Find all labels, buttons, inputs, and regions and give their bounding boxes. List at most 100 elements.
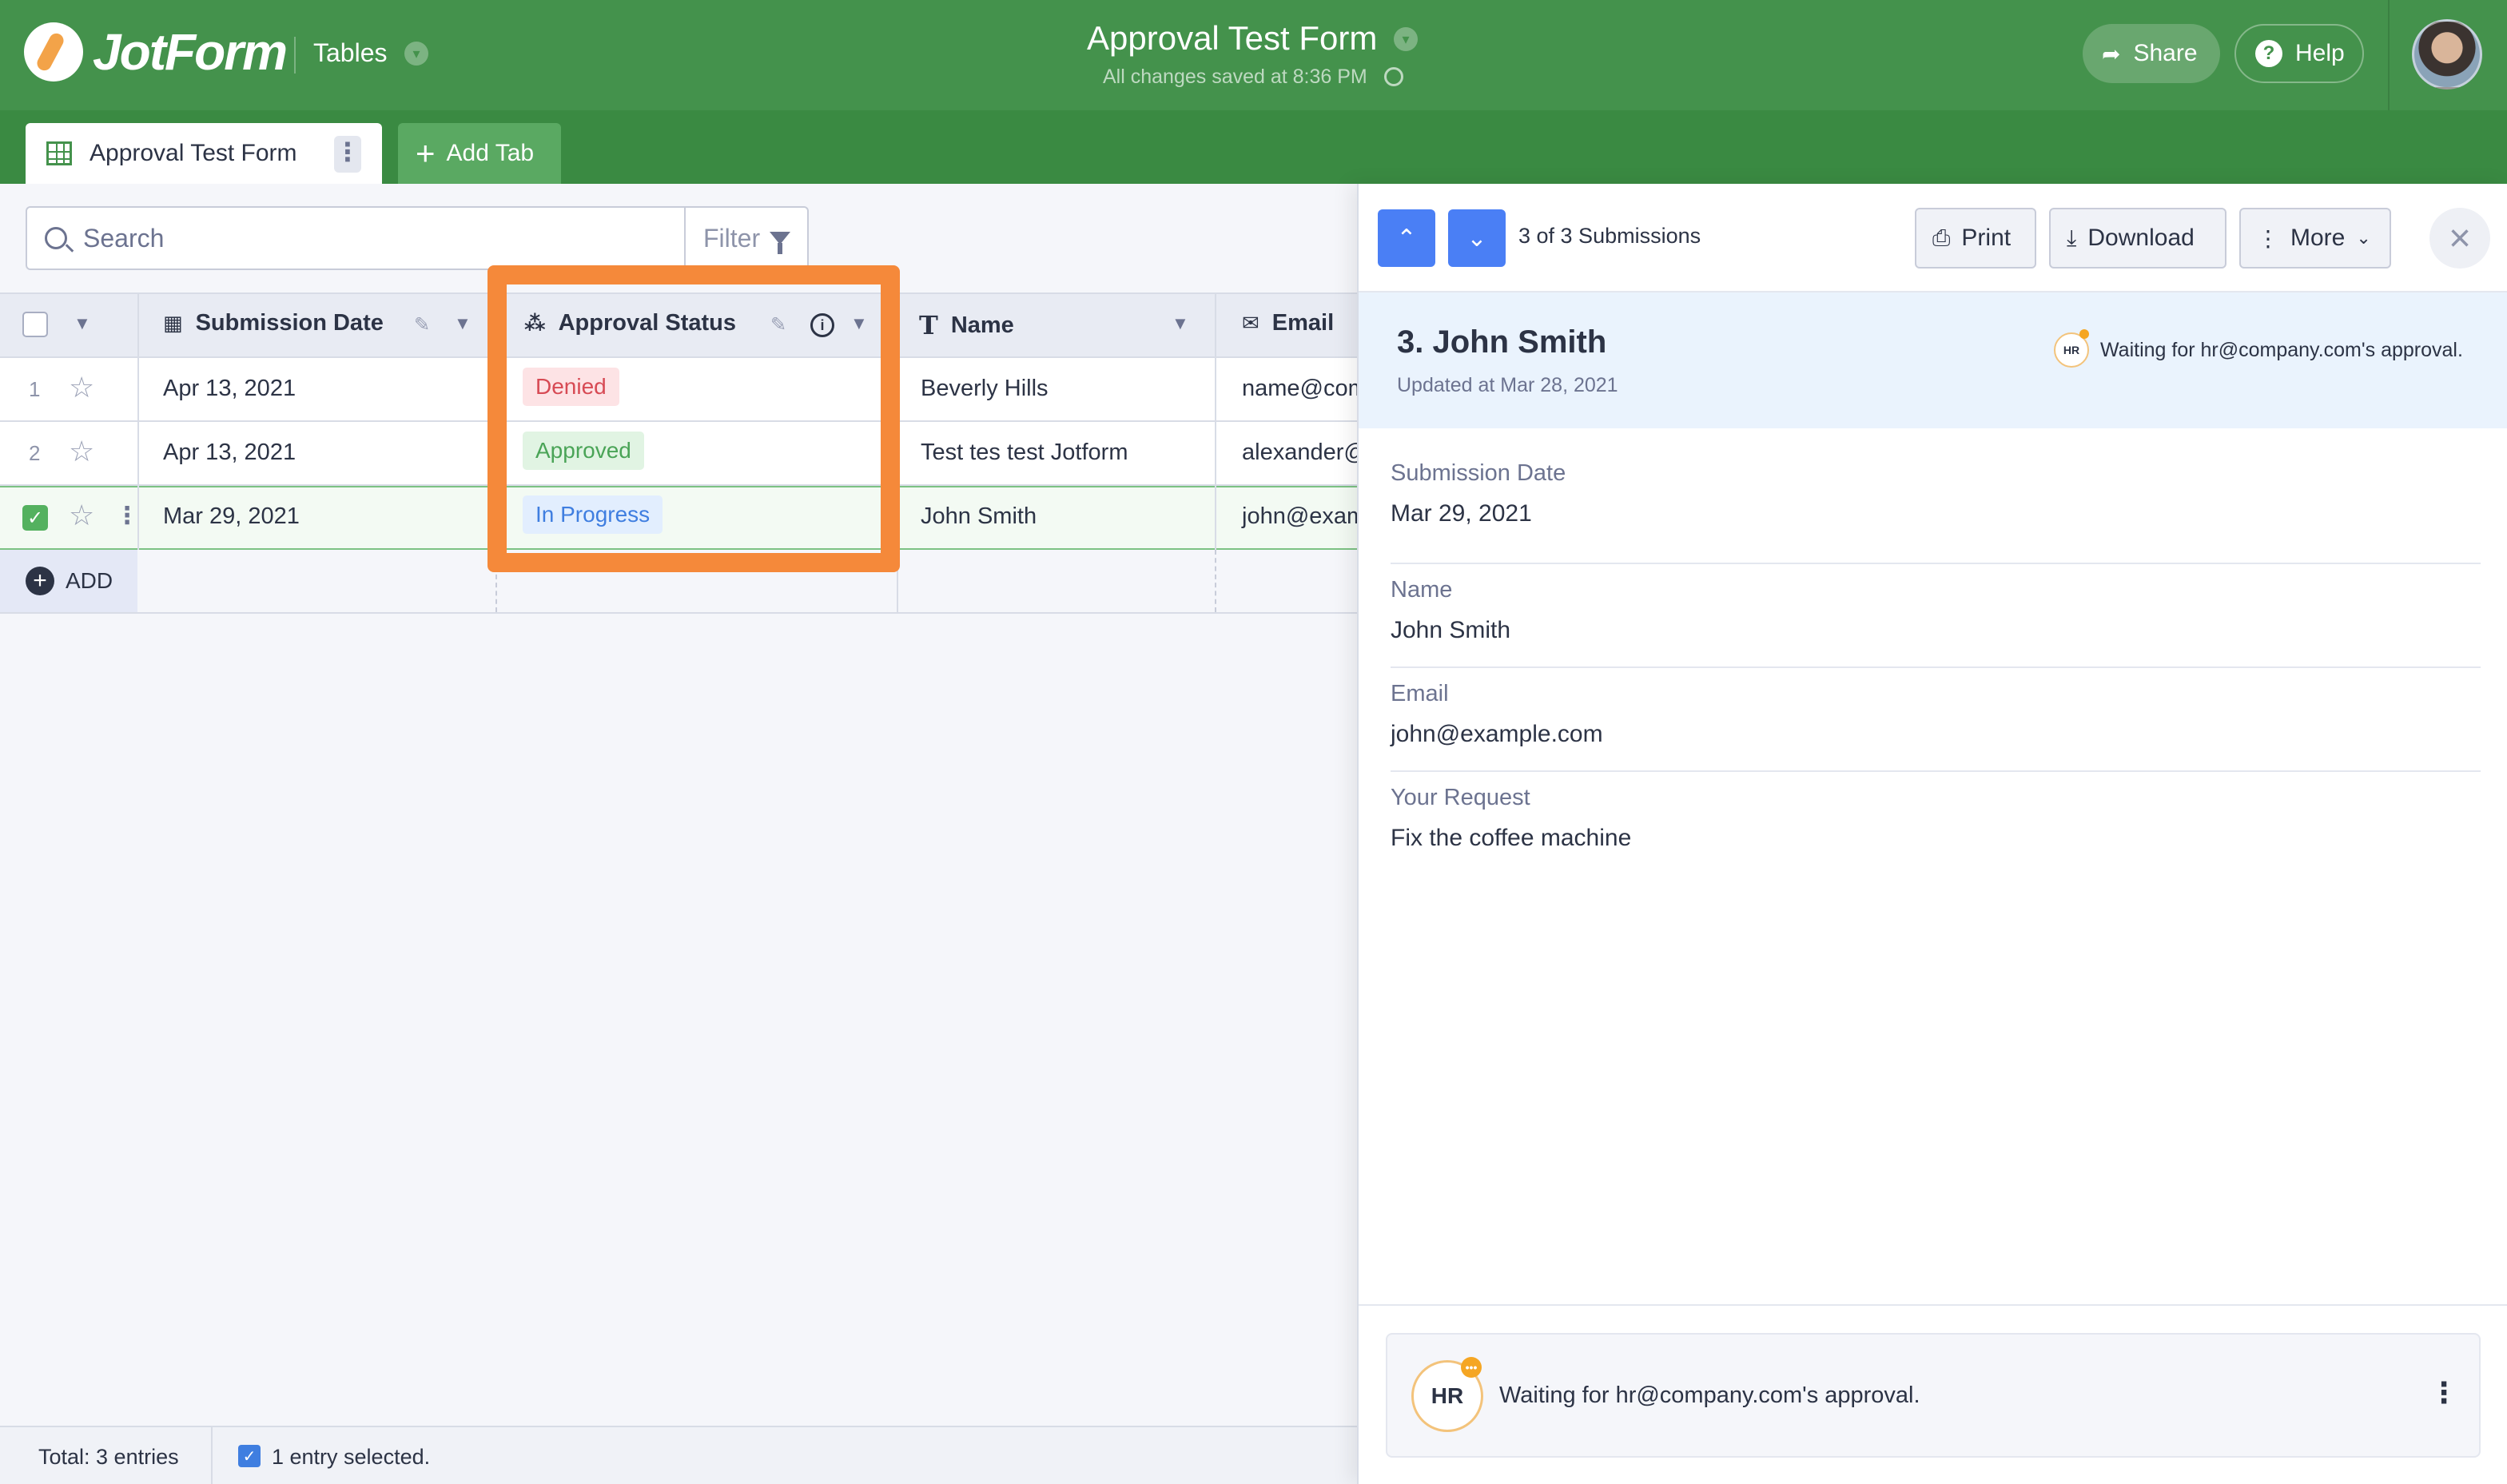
filter-button[interactable]: Filter — [684, 206, 809, 270]
field-label: Email — [1391, 681, 1449, 706]
table-row[interactable]: 2 ☆ Apr 13, 2021 Approved Test tes test … — [0, 422, 1367, 486]
column-header-submission-date[interactable]: ▦ Submission Date — [163, 310, 384, 336]
jotform-logo[interactable]: JotForm — [24, 22, 288, 82]
table-row-selected[interactable]: ✓ ☆ ⋮ Mar 29, 2021 In Progress John Smit… — [0, 486, 1366, 550]
cell-name[interactable]: John Smith — [921, 503, 1037, 530]
cell-submission-date[interactable]: Apr 13, 2021 — [163, 376, 296, 402]
info-icon[interactable]: i — [810, 313, 834, 337]
add-label: ADD — [66, 568, 113, 593]
checkbox[interactable] — [22, 312, 48, 337]
more-button[interactable]: ⋮ More ⌄ — [2239, 208, 2391, 269]
next-submission-button[interactable]: ⌄ — [1448, 209, 1506, 267]
field-label: Your Request — [1391, 785, 1530, 810]
filter-label: Filter — [703, 223, 761, 253]
column-header-email[interactable]: ✉ Email — [1242, 310, 1334, 336]
status-badge: Denied — [523, 368, 619, 406]
tab-menu-kebab-icon[interactable]: ⋮ — [334, 136, 361, 173]
download-button[interactable]: ⤓ Download — [2049, 208, 2226, 269]
select-all-checkbox[interactable] — [22, 312, 48, 337]
pin-icon[interactable]: ✎ — [414, 313, 430, 336]
form-title[interactable]: Approval Test Form — [1087, 19, 1377, 58]
chevron-down-icon: ⌄ — [1466, 225, 1487, 252]
tables-menu[interactable]: Tables — [313, 38, 388, 68]
column-divider — [495, 292, 497, 550]
table-row[interactable]: 1 ☆ Apr 13, 2021 Denied Beverly Hills na… — [0, 358, 1367, 422]
divider — [2388, 0, 2390, 110]
share-button[interactable]: ➦ Share — [2083, 24, 2220, 83]
field-your-request: Your Request Fix the coffee machine — [1391, 772, 2481, 876]
add-tab-button[interactable]: + Add Tab — [398, 123, 561, 184]
tab-approval-test-form[interactable]: Approval Test Form ⋮ — [26, 123, 382, 184]
column-divider — [1215, 292, 1216, 550]
close-panel-button[interactable]: × — [2429, 208, 2490, 269]
star-icon[interactable]: ☆ — [69, 435, 94, 468]
cell-name[interactable]: Beverly Hills — [921, 376, 1049, 402]
column-header-approval-status[interactable]: ⁂ Approval Status — [524, 310, 736, 336]
chevron-down-icon[interactable]: ▾ — [404, 42, 428, 66]
submission-detail-panel: ⌃ ⌄ 3 of 3 Submissions ⎙ Print ⤓ Downloa… — [1357, 184, 2507, 1484]
divider — [211, 1427, 213, 1484]
tab-strip: Approval Test Form ⋮ + Add Tab — [0, 110, 2507, 184]
pin-icon[interactable]: ✎ — [770, 313, 786, 336]
cell-email[interactable]: alexander@ — [1242, 440, 1367, 466]
chevron-down-icon[interactable]: ▾ — [1394, 27, 1418, 51]
cell-submission-date[interactable]: Mar 29, 2021 — [163, 503, 300, 530]
cell-submission-date[interactable]: Apr 13, 2021 — [163, 440, 296, 466]
column-header-name[interactable]: T Name — [919, 310, 1014, 340]
star-icon[interactable]: ☆ — [69, 371, 94, 404]
cell-email[interactable]: name@com — [1242, 376, 1367, 402]
checked-icon[interactable]: ✓ — [238, 1445, 261, 1467]
star-icon[interactable]: ☆ — [69, 499, 94, 532]
add-row-button[interactable]: + ADD — [0, 550, 137, 612]
app-root: JotForm Tables ▾ Approval Test Form ▾ Al… — [0, 0, 2507, 1484]
help-button[interactable]: ? Help — [2234, 24, 2364, 83]
printer-icon: ⎙ — [1932, 225, 1951, 250]
pending-dot-icon: ••• — [1461, 1357, 1482, 1378]
print-label: Print — [1961, 225, 2012, 251]
field-submission-date: Submission Date Mar 29, 2021 — [1391, 460, 2481, 564]
info-icon-wrap[interactable]: i — [810, 313, 834, 337]
text-type-icon: T — [919, 310, 938, 340]
row-checkbox[interactable]: ✓ — [22, 505, 48, 531]
search-box[interactable] — [26, 206, 686, 270]
field-value: John Smith — [1391, 617, 1511, 643]
selected-count: 1 entry selected. — [272, 1445, 431, 1469]
field-value: Fix the coffee machine — [1391, 825, 1632, 851]
table-header: ▼ ▦ Submission Date ✎ ▼ ⁂ Approval Statu… — [0, 292, 1357, 358]
previous-submission-button[interactable]: ⌃ — [1378, 209, 1435, 267]
cell-approval-status[interactable]: Approved — [523, 432, 644, 470]
cell-approval-status[interactable]: In Progress — [523, 495, 663, 534]
approval-status-text: Waiting for hr@company.com's approval. — [1499, 1383, 1920, 1408]
chevron-down-icon[interactable]: ▼ — [1172, 313, 1189, 334]
user-avatar[interactable] — [2412, 19, 2482, 90]
share-label: Share — [2133, 40, 2198, 66]
cell-name[interactable]: Test tes test Jotform — [921, 440, 1128, 466]
download-icon: ⤓ — [2067, 225, 2077, 250]
submission-header: 3. John Smith Updated at Mar 28, 2021 HR… — [1359, 292, 2507, 428]
checked-icon[interactable]: ✓ — [22, 505, 48, 531]
column-divider — [897, 292, 898, 614]
chevron-down-icon[interactable]: ▼ — [454, 313, 472, 334]
divider — [294, 37, 296, 74]
panel-toolbar: ⌃ ⌄ 3 of 3 Submissions ⎙ Print ⤓ Downloa… — [1359, 184, 2507, 292]
cell-email[interactable]: john@exam — [1242, 503, 1366, 530]
table-pane: Filter ▼ ▦ Submission Date ✎ ▼ ⁂ Approva… — [0, 184, 1367, 1484]
print-button[interactable]: ⎙ Print — [1915, 208, 2036, 269]
approval-status-text: Waiting for hr@company.com's approval. — [2100, 339, 2463, 361]
chevron-down-icon[interactable]: ▼ — [850, 313, 868, 334]
field-email: Email john@example.com — [1391, 668, 2481, 772]
more-label: More — [2290, 225, 2346, 251]
status-badge: In Progress — [523, 495, 663, 534]
column-label: Submission Date — [195, 310, 384, 336]
approval-menu-kebab-icon[interactable]: ⋮ — [2429, 1376, 2458, 1410]
row-menu-kebab-icon[interactable]: ⋮ — [115, 502, 139, 530]
chevron-down-icon[interactable]: ▼ — [74, 313, 91, 334]
help-label: Help — [2295, 40, 2345, 66]
submission-title: 3. John Smith — [1397, 324, 1607, 360]
add-tab-label: Add Tab — [446, 140, 535, 166]
cell-approval-status[interactable]: Denied — [523, 368, 619, 406]
pending-dot-icon — [2079, 329, 2089, 339]
row-number: 1 — [29, 377, 41, 401]
search-input[interactable] — [83, 223, 643, 253]
question-icon: ? — [2255, 40, 2282, 67]
